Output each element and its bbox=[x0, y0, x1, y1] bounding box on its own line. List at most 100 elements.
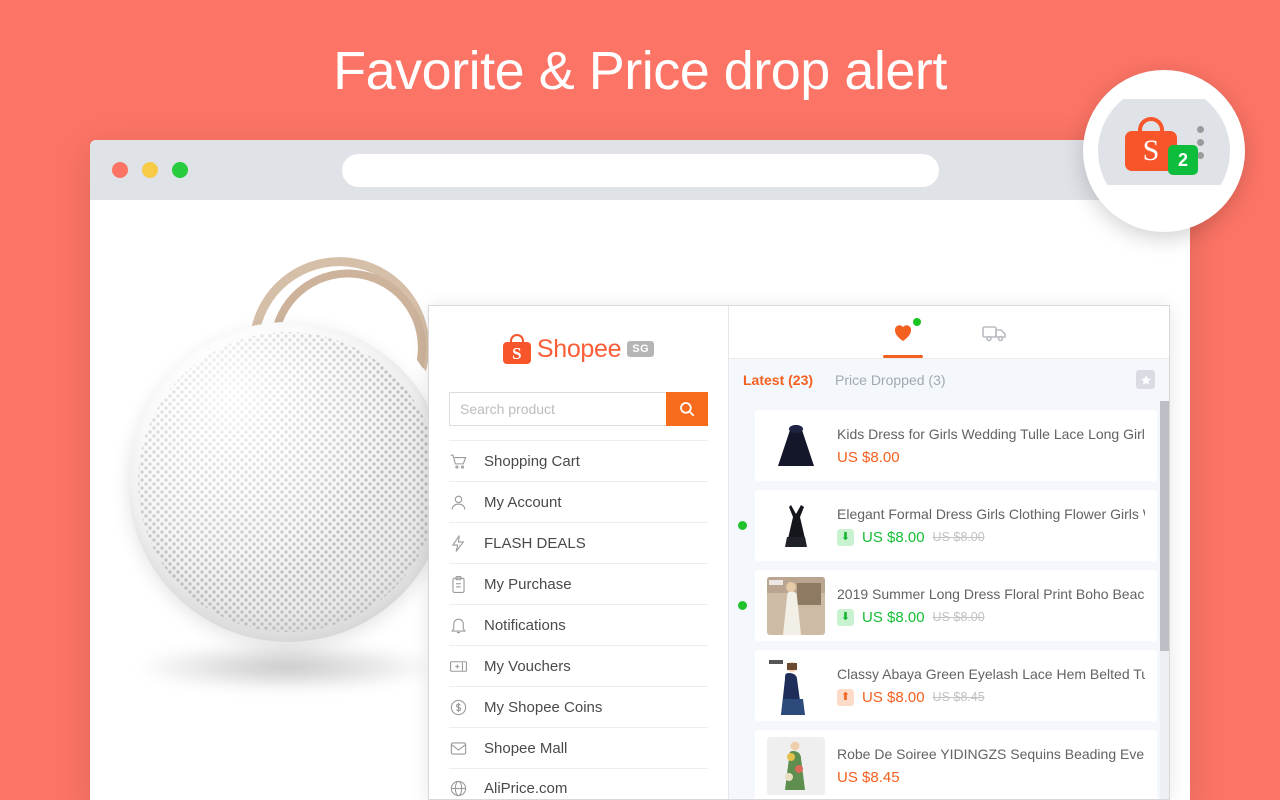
thumb-dress-black-lace bbox=[767, 496, 825, 555]
filter-bar: Latest (23) Price Dropped (3) bbox=[729, 359, 1169, 401]
product-old-price: US $8.00 bbox=[932, 610, 985, 624]
sidebar-item-shopee-mall[interactable]: Shopee Mall bbox=[449, 727, 708, 768]
sidebar-item-my-purchase[interactable]: My Purchase bbox=[449, 563, 708, 604]
product-info: Elegant Formal Dress Girls Clothing Flow… bbox=[837, 506, 1145, 546]
sidebar-item-my-vouchers[interactable]: My Vouchers bbox=[449, 645, 708, 686]
voucher-icon bbox=[450, 660, 467, 672]
product-info: Kids Dress for Girls Wedding Tulle Lace … bbox=[837, 426, 1145, 466]
sidebar-item-label: My Purchase bbox=[484, 575, 572, 593]
search-bar bbox=[449, 392, 708, 426]
shopee-logo: S Shopee SG bbox=[449, 306, 708, 392]
close-button[interactable] bbox=[112, 162, 128, 178]
tab-active-underline bbox=[883, 355, 923, 358]
sidebar-item-my-account[interactable]: My Account bbox=[449, 481, 708, 522]
price-down-arrow-icon: ⬇ bbox=[837, 528, 854, 546]
sidebar-item-label: Notifications bbox=[484, 616, 566, 634]
list-item[interactable]: Elegant Formal Dress Girls Clothing Flow… bbox=[738, 490, 1157, 561]
search-button[interactable] bbox=[666, 392, 708, 426]
search-icon bbox=[680, 402, 695, 417]
search-input[interactable] bbox=[449, 392, 666, 426]
sidebar-item-label: Shopping Cart bbox=[484, 452, 580, 470]
product-title: Robe De Soiree YIDINGZS Sequins Beading … bbox=[837, 745, 1145, 762]
sidebar-menu: Shopping Cart My Account FLASH DEALS My … bbox=[449, 440, 708, 799]
brand-letter: S bbox=[502, 342, 531, 364]
product-price: US $8.00 bbox=[837, 448, 900, 466]
list-item[interactable]: Robe De Soiree YIDINGZS Sequins Beading … bbox=[755, 730, 1157, 799]
sidebar-item-shopping-cart[interactable]: Shopping Cart bbox=[449, 440, 708, 481]
cart-icon bbox=[450, 454, 467, 469]
magnifier-content: S 2 bbox=[1098, 85, 1230, 217]
list-item[interactable]: Kids Dress for Girls Wedding Tulle Lace … bbox=[755, 410, 1157, 481]
tab-unread-dot bbox=[913, 318, 921, 326]
page-title: Favorite & Price drop alert bbox=[333, 41, 947, 101]
product-price-line: US $8.45 bbox=[837, 769, 1145, 786]
shopee-bag-icon: S bbox=[502, 334, 531, 364]
sidebar-item-aliprice[interactable]: AliPrice.com bbox=[449, 768, 708, 799]
globe-icon bbox=[450, 780, 467, 797]
price-down-arrow-icon: ⬇ bbox=[837, 608, 854, 626]
menu-dot bbox=[1197, 139, 1204, 146]
favorites-list[interactable]: Kids Dress for Girls Wedding Tulle Lace … bbox=[729, 401, 1169, 799]
truck-icon bbox=[982, 326, 1006, 342]
window-controls bbox=[112, 162, 188, 178]
product-price-line: ⬆ US $8.00 US $8.45 bbox=[837, 688, 1145, 706]
sidebar-item-label: Shopee Mall bbox=[484, 739, 568, 757]
speaker-grille bbox=[138, 332, 438, 632]
brand-region-badge: SG bbox=[627, 341, 655, 357]
browser-window: S Shopee SG Search product Shopping Cart… bbox=[90, 140, 1190, 800]
maximize-button[interactable] bbox=[172, 162, 188, 178]
address-bar[interactable] bbox=[342, 154, 939, 187]
product-thumbnail bbox=[767, 736, 825, 795]
thumb-navy-tunic-model bbox=[767, 656, 825, 715]
sidebar-item-my-shopee-coins[interactable]: My Shopee Coins bbox=[449, 686, 708, 727]
list-item[interactable]: Classy Abaya Green Eyelash Lace Hem Belt… bbox=[755, 650, 1157, 721]
product-thumbnail bbox=[767, 496, 825, 555]
menu-dot bbox=[1197, 152, 1204, 159]
product-info: Robe De Soiree YIDINGZS Sequins Beading … bbox=[837, 746, 1145, 786]
tab-favorites[interactable] bbox=[875, 306, 931, 358]
popup-main: Latest (23) Price Dropped (3) Kids Dress… bbox=[729, 306, 1169, 799]
tab-shipping[interactable] bbox=[967, 306, 1023, 358]
list-scrollbar[interactable] bbox=[1160, 401, 1169, 799]
product-title: Elegant Formal Dress Girls Clothing Flow… bbox=[837, 505, 1145, 522]
sidebar-item-label: FLASH DEALS bbox=[484, 534, 586, 552]
popup-tabs bbox=[729, 306, 1169, 359]
star-button[interactable] bbox=[1136, 370, 1155, 389]
filter-price-dropped[interactable]: Price Dropped (3) bbox=[835, 372, 946, 388]
product-thumbnail bbox=[767, 656, 825, 715]
sidebar-item-notifications[interactable]: Notifications bbox=[449, 604, 708, 645]
three-dot-menu-icon[interactable] bbox=[1197, 126, 1204, 159]
product-thumbnail bbox=[767, 576, 825, 635]
thumb-summer-dress-model bbox=[767, 576, 825, 635]
browser-viewport: S Shopee SG Search product Shopping Cart… bbox=[90, 200, 1190, 800]
list-item[interactable]: 2019 Summer Long Dress Floral Print Boho… bbox=[738, 570, 1157, 641]
extension-popup: S Shopee SG Search product Shopping Cart… bbox=[428, 305, 1170, 800]
product-info: 2019 Summer Long Dress Floral Print Boho… bbox=[837, 586, 1145, 626]
sidebar-item-label: AliPrice.com bbox=[484, 780, 568, 797]
clipboard-icon bbox=[452, 575, 465, 593]
thumb-floral-evening-dress bbox=[767, 736, 825, 795]
product-price: US $8.00 bbox=[862, 608, 925, 626]
product-info: Classy Abaya Green Eyelash Lace Hem Belt… bbox=[837, 666, 1145, 706]
product-thumbnail bbox=[767, 416, 825, 475]
thumb-dress-black-gown bbox=[767, 416, 825, 475]
product-old-price: US $8.00 bbox=[932, 530, 985, 544]
heart-icon bbox=[894, 325, 912, 341]
product-price-line: ⬇ US $8.00 US $8.00 bbox=[837, 528, 1145, 546]
product-title: Classy Abaya Green Eyelash Lace Hem Belt… bbox=[837, 665, 1145, 682]
menu-dot bbox=[1197, 126, 1204, 133]
extension-badge-count: 2 bbox=[1168, 145, 1198, 175]
coin-icon bbox=[450, 699, 467, 715]
minimize-button[interactable] bbox=[142, 162, 158, 178]
bolt-icon bbox=[451, 534, 465, 552]
product-title: Kids Dress for Girls Wedding Tulle Lace … bbox=[837, 425, 1145, 442]
popup-sidebar: S Shopee SG Search product Shopping Cart… bbox=[429, 306, 729, 799]
product-title: 2019 Summer Long Dress Floral Print Boho… bbox=[837, 585, 1145, 602]
sidebar-item-flash-deals[interactable]: FLASH DEALS bbox=[449, 522, 708, 563]
scrollbar-thumb[interactable] bbox=[1160, 401, 1169, 651]
filter-latest[interactable]: Latest (23) bbox=[743, 372, 813, 388]
star-icon bbox=[1140, 375, 1151, 384]
product-price-line: ⬇ US $8.00 US $8.00 bbox=[837, 608, 1145, 626]
magnifier-callout: S 2 bbox=[1083, 70, 1245, 232]
sidebar-item-label: My Vouchers bbox=[484, 657, 571, 675]
